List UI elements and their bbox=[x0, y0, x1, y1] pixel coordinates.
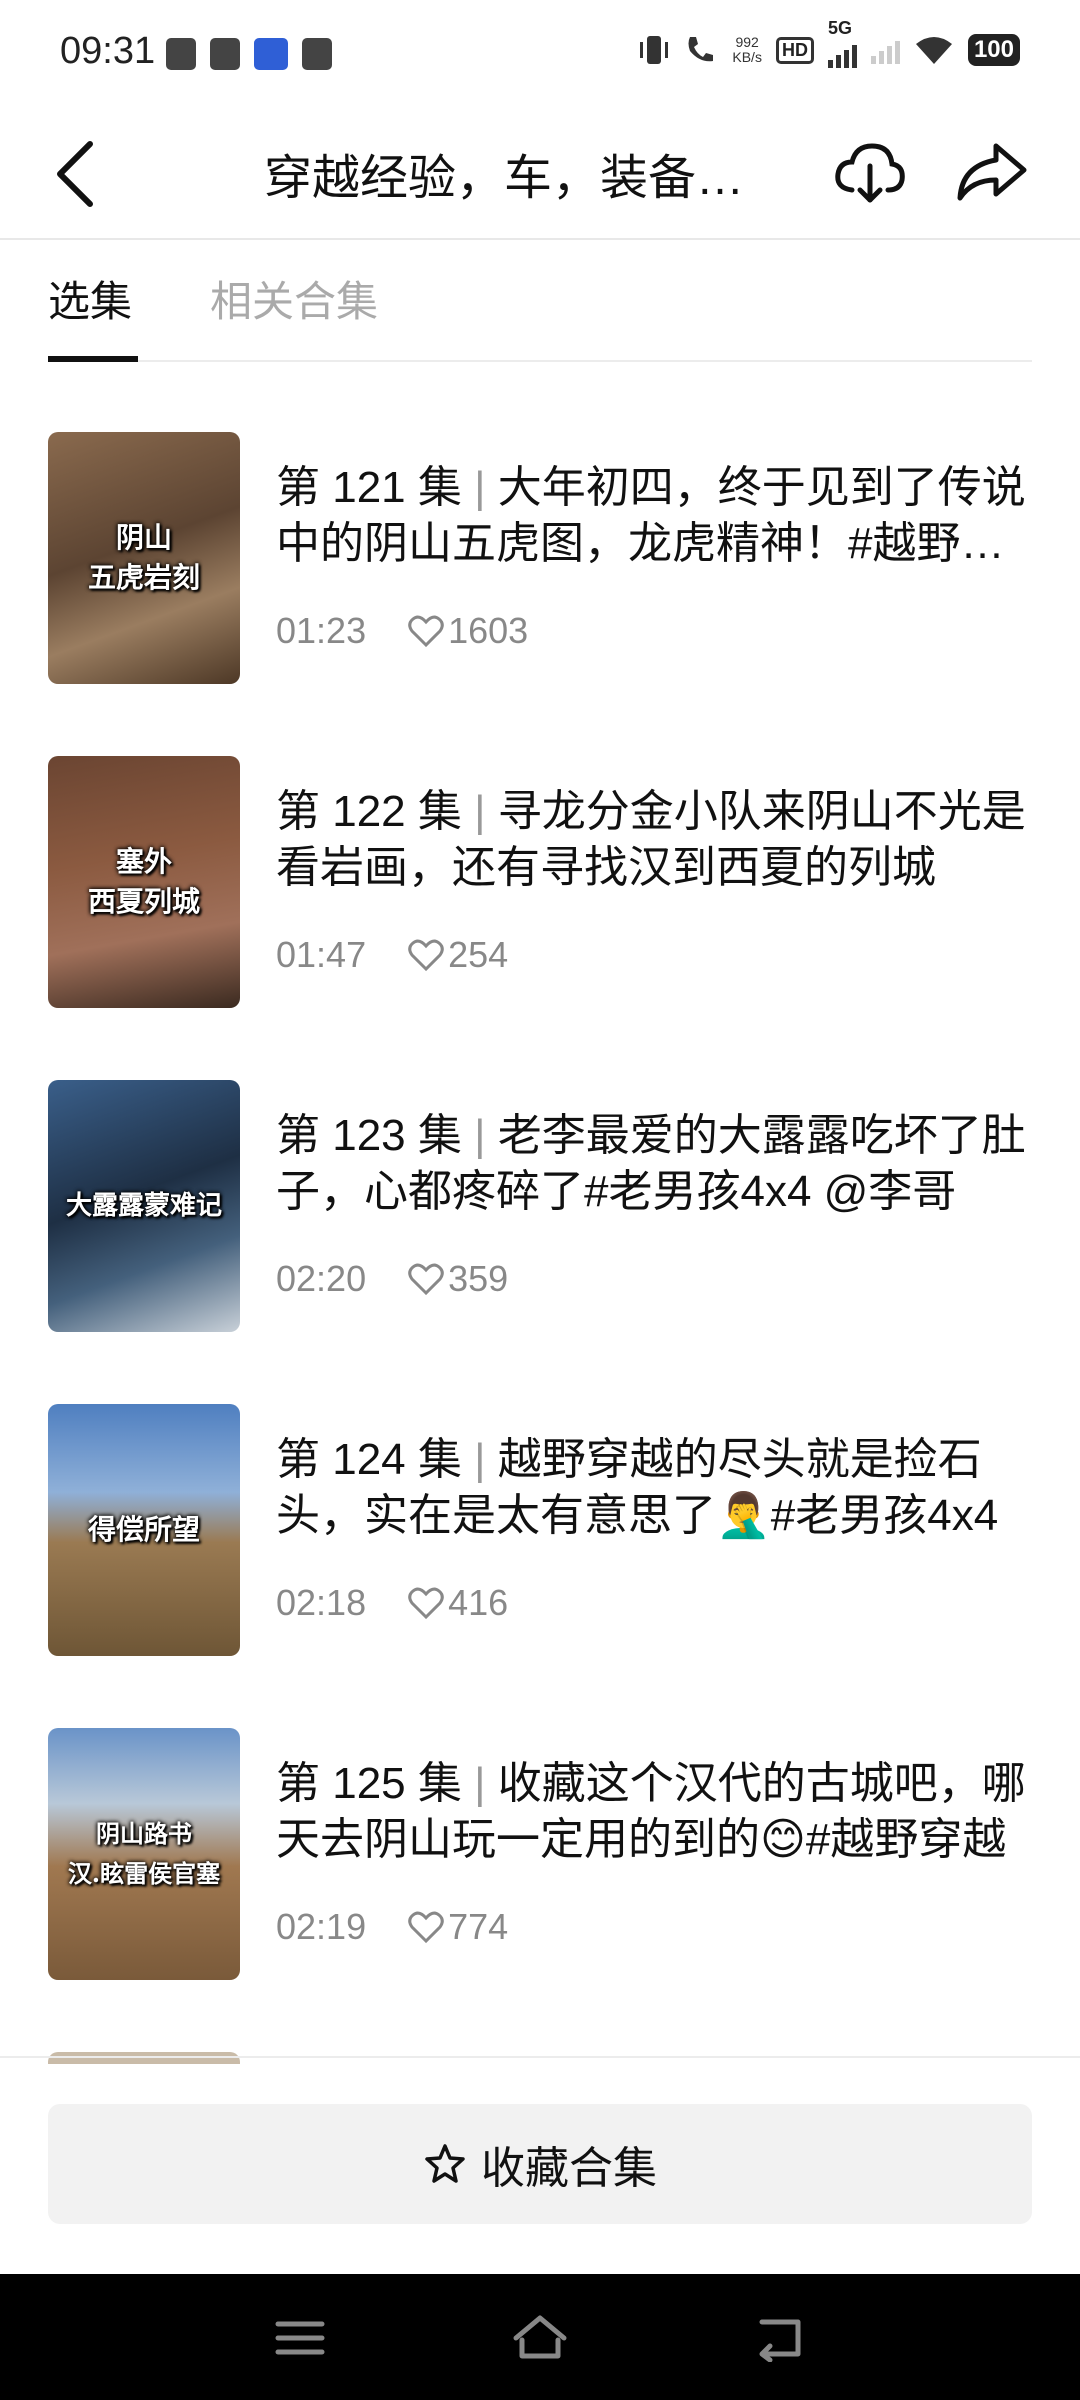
thumbnail-caption: 阴山 五虎岩刻 bbox=[87, 521, 200, 594]
episode-duration: 02:19 bbox=[276, 1906, 367, 1947]
episode-meta: 02:19 774 bbox=[276, 1906, 508, 1948]
thumbnail-caption: 得偿所望 bbox=[87, 1513, 200, 1546]
episode-meta: 01:23 1603 bbox=[276, 610, 528, 652]
heart-icon bbox=[408, 939, 444, 972]
status-time: 09:31 bbox=[60, 30, 156, 72]
system-nav-bar bbox=[0, 2274, 1080, 2400]
bottom-divider bbox=[0, 2056, 1080, 2058]
thumbnail-caption: 阴山路书 汉.眩雷侯官塞 bbox=[67, 1819, 221, 1888]
clipboard-check-icon bbox=[166, 38, 196, 70]
signal-bars-empty-icon bbox=[870, 36, 900, 64]
message-icon bbox=[210, 38, 240, 70]
heart-icon bbox=[408, 1263, 444, 1296]
vibrate-icon bbox=[640, 36, 669, 64]
episode-meta: 02:18 416 bbox=[276, 1582, 508, 1624]
episode-thumbnail[interactable]: 阴山路书 汉.眩雷侯官塞 bbox=[48, 1728, 240, 1980]
menu-icon[interactable] bbox=[272, 2314, 328, 2362]
episode-item[interactable]: 得偿所望 第 124 集 | 越野穿越的尽头就是捡石头，实在是太有意思了🤦‍♂️… bbox=[48, 1404, 1032, 1656]
app-notification-icon bbox=[254, 38, 288, 70]
episode-title[interactable]: 第 123 集 | 老李最爱的大露露吃坏了肚子，心都疼碎了#老男孩4x4 @李哥 bbox=[276, 1108, 1032, 1220]
episode-duration: 01:23 bbox=[276, 610, 367, 651]
notification-icons bbox=[166, 38, 332, 70]
wifi-icon bbox=[915, 37, 952, 64]
like-count: 254 bbox=[448, 934, 509, 975]
thumbnail-caption: 大露露蒙难记 bbox=[65, 1191, 222, 1221]
episode-duration: 02:18 bbox=[276, 1582, 367, 1623]
episode-title[interactable]: 第 121 集 | 大年初四，终于见到了传说中的阴山五虎图，龙虎精神！#越野穿越 bbox=[276, 460, 1032, 572]
back-nav-icon[interactable] bbox=[752, 2314, 808, 2362]
status-bar: 09:31 992 KB/s HD 5G 100 bbox=[0, 0, 1080, 110]
episode-duration: 01:47 bbox=[276, 934, 367, 975]
tab-episodes[interactable]: 选集 bbox=[48, 268, 132, 329]
episode-item[interactable]: 塞外 西夏列城 第 122 集 | 寻龙分金小队来阴山不光是看岩画，还有寻找汉到… bbox=[48, 756, 1032, 1008]
net-speed: 992 KB/s bbox=[732, 34, 762, 65]
top-header: 穿越经验，车，装备… bbox=[0, 110, 1080, 240]
episode-thumbnail[interactable]: 塞外 西夏列城 bbox=[48, 756, 240, 1008]
wifi-calling-icon bbox=[688, 37, 714, 62]
download-icon[interactable] bbox=[830, 132, 910, 212]
episode-item[interactable]: 阴山路书 汉.眩雷侯官塞 第 125 集 | 收藏这个汉代的古城吧，哪天去阴山玩… bbox=[48, 1728, 1032, 1980]
episode-title[interactable]: 第 122 集 | 寻龙分金小队来阴山不光是看岩画，还有寻找汉到西夏的列城 bbox=[276, 784, 1032, 896]
collect-button-label: 收藏合集 bbox=[481, 2144, 657, 2193]
episode-title[interactable]: 第 124 集 | 越野穿越的尽头就是捡石头，实在是太有意思了🤦‍♂️#老男孩4… bbox=[276, 1432, 1032, 1544]
like-count: 416 bbox=[448, 1582, 509, 1623]
star-icon bbox=[425, 2144, 465, 2183]
share-icon[interactable] bbox=[952, 132, 1032, 212]
episode-title[interactable]: 第 125 集 | 收藏这个汉代的古城吧，哪天去阴山玩一定用的到的😊#越野穿越 bbox=[276, 1756, 1032, 1868]
signal-5g: 5G bbox=[827, 18, 857, 68]
tab-bar: 选集 相关合集 bbox=[48, 260, 1032, 362]
battery-icon: 100 bbox=[967, 34, 1020, 66]
episode-item[interactable]: 阴山 五虎岩刻 第 121 集 | 大年初四，终于见到了传说中的阴山五虎图，龙虎… bbox=[48, 432, 1032, 684]
episode-meta: 01:47 254 bbox=[276, 934, 508, 976]
like-count: 359 bbox=[448, 1258, 509, 1299]
hd-badge: HD bbox=[775, 36, 814, 64]
episode-thumbnail[interactable]: 阴山 五虎岩刻 bbox=[48, 432, 240, 684]
signal-bars-icon bbox=[827, 40, 857, 68]
heart-icon bbox=[408, 615, 444, 648]
page-title: 穿越经验，车，装备… bbox=[264, 152, 745, 205]
back-icon[interactable] bbox=[48, 136, 108, 212]
active-tab-indicator bbox=[48, 356, 138, 362]
like-count: 1603 bbox=[448, 610, 529, 651]
episode-item[interactable]: 大露露蒙难记 第 123 集 | 老李最爱的大露露吃坏了肚子，心都疼碎了#老男孩… bbox=[48, 1080, 1032, 1332]
status-right-icons: 992 KB/s HD 5G 100 bbox=[638, 18, 1020, 68]
episode-item-partial[interactable] bbox=[48, 2052, 1032, 2064]
like-count: 774 bbox=[448, 1906, 509, 1947]
home-icon[interactable] bbox=[512, 2314, 568, 2362]
collect-collection-button[interactable]: 收藏合集 bbox=[48, 2104, 1032, 2224]
episode-thumbnail[interactable]: 得偿所望 bbox=[48, 1404, 240, 1656]
thumbnail-caption: 塞外 西夏列城 bbox=[87, 845, 200, 918]
episode-duration: 02:20 bbox=[276, 1258, 367, 1299]
episode-meta: 02:20 359 bbox=[276, 1258, 508, 1300]
episode-thumbnail[interactable] bbox=[48, 2052, 240, 2064]
sim-card-icon bbox=[302, 38, 332, 70]
episode-thumbnail[interactable]: 大露露蒙难记 bbox=[48, 1080, 240, 1332]
heart-icon bbox=[408, 1587, 444, 1620]
tab-related-collections[interactable]: 相关合集 bbox=[210, 268, 378, 329]
heart-icon bbox=[408, 1911, 444, 1944]
